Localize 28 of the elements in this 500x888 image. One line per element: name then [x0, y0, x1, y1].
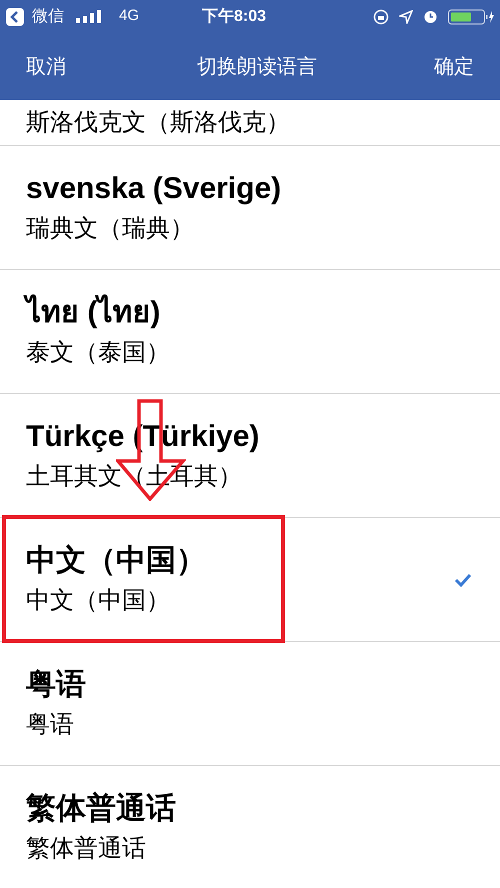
- nav-title: 切换朗读语言: [197, 54, 317, 80]
- language-row[interactable]: svenska (Sverige) 瑞典文（瑞典）: [0, 146, 500, 270]
- confirm-button[interactable]: 确定: [434, 52, 474, 82]
- alarm-icon: [423, 9, 438, 24]
- signal-icon: [76, 10, 103, 23]
- language-subtitle: 粤语: [26, 710, 75, 740]
- language-name: 粤语: [26, 666, 87, 702]
- language-subtitle: 繁体普通话: [26, 834, 147, 864]
- back-app-label[interactable]: 微信: [32, 4, 64, 28]
- language-name: 繁体普通话: [26, 790, 177, 826]
- cancel-button[interactable]: 取消: [26, 52, 66, 82]
- language-row[interactable]: 中文（中国） 中文（中国）: [0, 518, 500, 642]
- location-icon: [399, 10, 413, 24]
- clock-time: 下午8:03: [202, 6, 266, 26]
- language-row[interactable]: 斯洛伐克文（斯洛伐克）: [0, 100, 500, 146]
- language-name: svenska (Sverige): [26, 170, 282, 206]
- battery-icon: [448, 8, 494, 24]
- language-subtitle: 斯洛伐克文（斯洛伐克）: [26, 108, 291, 138]
- language-row[interactable]: 粤语 粤语: [0, 642, 500, 766]
- language-subtitle: 瑞典文（瑞典）: [26, 214, 195, 244]
- language-row[interactable]: ไทย (ไทย) 泰文（泰国）: [0, 270, 500, 394]
- language-subtitle: 泰文（泰国）: [26, 338, 171, 368]
- network-label: 4G: [119, 6, 140, 26]
- language-subtitle: 中文（中国）: [26, 586, 171, 616]
- language-name: 中文（中国）: [26, 542, 207, 578]
- language-row[interactable]: 繁体普通话 繁体普通话: [0, 766, 500, 888]
- rotation-lock-icon: [373, 8, 389, 24]
- back-icon[interactable]: [6, 8, 24, 26]
